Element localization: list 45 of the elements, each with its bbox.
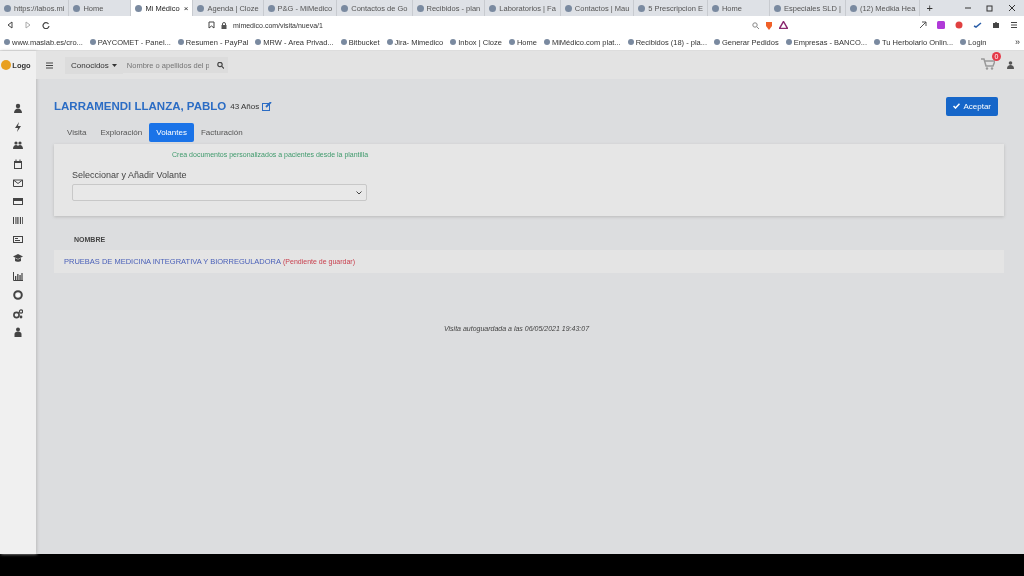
menu-icon[interactable] <box>1010 21 1018 29</box>
tab[interactable]: Exploración <box>93 123 150 142</box>
check-icon <box>953 103 961 109</box>
tab[interactable]: Facturación <box>193 123 250 142</box>
envelope-icon[interactable] <box>13 177 23 188</box>
users-icon[interactable] <box>13 140 23 151</box>
new-tab-button[interactable]: + <box>920 2 939 14</box>
close-icon[interactable] <box>1008 4 1016 12</box>
user-icon[interactable] <box>13 103 23 113</box>
chevron-icon <box>356 190 362 195</box>
cart-icon[interactable] <box>981 58 995 70</box>
reload-icon[interactable] <box>42 21 50 29</box>
more-bookmarks-button[interactable]: » <box>1015 37 1020 47</box>
id-card-icon[interactable] <box>13 233 23 244</box>
arrow-icon[interactable] <box>919 21 927 29</box>
calendar-icon[interactable] <box>13 159 23 170</box>
zoom-icon[interactable] <box>752 21 759 29</box>
user-icon[interactable] <box>1007 61 1014 69</box>
gears-icon[interactable] <box>13 308 23 319</box>
field-label: Seleccionar y Añadir Volante <box>72 170 188 180</box>
menu-icon[interactable] <box>46 61 53 69</box>
minimize-icon[interactable] <box>964 4 972 12</box>
bar-chart-icon[interactable] <box>13 271 23 282</box>
edit-icon[interactable] <box>262 101 273 111</box>
bolt-icon[interactable] <box>13 121 23 132</box>
patient-age: 43 Años <box>230 101 260 111</box>
logo-icon <box>1 60 12 70</box>
lock-icon <box>221 21 227 29</box>
person-icon[interactable] <box>13 327 23 338</box>
check-icon[interactable] <box>973 22 982 28</box>
filter-dropdown[interactable]: Conocidos <box>65 56 123 74</box>
patient-name: LARRAMENDI LLANZA, PABLO <box>54 100 227 112</box>
caret-icon <box>111 63 117 67</box>
triangle-icon[interactable] <box>779 21 788 29</box>
bookmark-icon[interactable] <box>208 21 215 29</box>
restore-icon[interactable] <box>986 4 994 12</box>
tab[interactable]: Volantes <box>149 123 194 142</box>
shield-icon[interactable] <box>765 20 773 30</box>
card-icon[interactable] <box>13 196 23 207</box>
graduation-cap-icon[interactable] <box>13 252 23 263</box>
tab[interactable]: Visita <box>60 123 94 142</box>
back-icon[interactable] <box>6 21 14 29</box>
barcode-icon[interactable] <box>13 215 23 226</box>
accept-button[interactable]: Aceptar <box>946 96 998 116</box>
extension-icon[interactable] <box>955 21 963 29</box>
